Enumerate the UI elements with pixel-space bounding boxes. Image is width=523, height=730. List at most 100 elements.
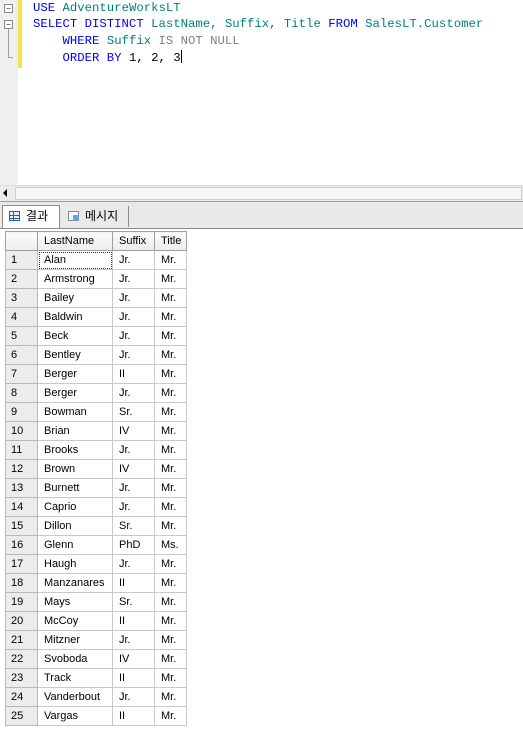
cell-suffix[interactable]: II <box>112 611 155 631</box>
cell-suffix[interactable]: Sr. <box>112 402 155 422</box>
row-number[interactable]: 7 <box>5 364 38 384</box>
table-row[interactable]: 23 Track II Mr. <box>5 668 187 688</box>
cell-lastname[interactable]: Dillon <box>37 516 113 536</box>
table-row[interactable]: 18 Manzanares II Mr. <box>5 573 187 593</box>
cell-suffix[interactable]: Jr. <box>112 630 155 650</box>
cell-suffix[interactable]: Jr. <box>112 345 155 365</box>
cell-title[interactable]: Mr. <box>154 440 187 460</box>
row-number[interactable]: 17 <box>5 554 38 574</box>
cell-suffix[interactable]: IV <box>112 459 155 479</box>
scrollbar-thumb[interactable] <box>15 187 522 200</box>
table-row[interactable]: 6 Bentley Jr. Mr. <box>5 345 187 365</box>
cell-suffix[interactable]: Jr. <box>112 554 155 574</box>
row-number[interactable]: 6 <box>5 345 38 365</box>
corner-header[interactable] <box>5 231 38 251</box>
cell-lastname[interactable]: Burnett <box>37 478 113 498</box>
cell-suffix[interactable]: Jr. <box>112 478 155 498</box>
row-number[interactable]: 14 <box>5 497 38 517</box>
table-row[interactable]: 16 Glenn PhD Ms. <box>5 535 187 555</box>
cell-title[interactable]: Mr. <box>154 307 187 327</box>
cell-lastname[interactable]: Berger <box>37 383 113 403</box>
cell-lastname[interactable]: Bowman <box>37 402 113 422</box>
cell-lastname[interactable]: Track <box>37 668 113 688</box>
cell-suffix[interactable]: II <box>112 364 155 384</box>
tab-messages[interactable]: 메시지 <box>62 206 129 227</box>
cell-suffix[interactable]: IV <box>112 649 155 669</box>
cell-lastname[interactable]: Mays <box>37 592 113 612</box>
cell-suffix[interactable]: II <box>112 706 155 726</box>
collapse-icon[interactable]: − <box>4 20 13 29</box>
cell-title[interactable]: Mr. <box>154 326 187 346</box>
cell-lastname[interactable]: Svoboda <box>37 649 113 669</box>
cell-lastname[interactable]: Berger <box>37 364 113 384</box>
cell-suffix[interactable]: Jr. <box>112 440 155 460</box>
cell-suffix[interactable]: Jr. <box>112 687 155 707</box>
cell-lastname[interactable]: Bentley <box>37 345 113 365</box>
cell-lastname[interactable]: McCoy <box>37 611 113 631</box>
row-number[interactable]: 13 <box>5 478 38 498</box>
cell-title[interactable]: Mr. <box>154 706 187 726</box>
cell-lastname[interactable]: Brooks <box>37 440 113 460</box>
cell-lastname[interactable]: Manzanares <box>37 573 113 593</box>
row-number[interactable]: 5 <box>5 326 38 346</box>
cell-title[interactable]: Mr. <box>154 497 187 517</box>
row-number[interactable]: 10 <box>5 421 38 441</box>
cell-title[interactable]: Mr. <box>154 402 187 422</box>
row-number[interactable]: 3 <box>5 288 38 308</box>
cell-suffix[interactable]: II <box>112 668 155 688</box>
cell-title[interactable]: Mr. <box>154 459 187 479</box>
sql-editor[interactable]: − − USE AdventureWorksLT SELECT DISTINCT… <box>0 0 523 185</box>
cell-suffix[interactable]: Jr. <box>112 269 155 289</box>
cell-suffix[interactable]: Jr. <box>112 288 155 308</box>
table-row[interactable]: 5 Beck Jr. Mr. <box>5 326 187 346</box>
cell-suffix[interactable]: Jr. <box>112 250 155 270</box>
cell-lastname[interactable]: Bailey <box>37 288 113 308</box>
cell-title[interactable]: Mr. <box>154 630 187 650</box>
cell-suffix[interactable]: PhD <box>112 535 155 555</box>
cell-title[interactable]: Mr. <box>154 592 187 612</box>
cell-suffix[interactable]: Jr. <box>112 383 155 403</box>
cell-title[interactable]: Mr. <box>154 573 187 593</box>
cell-lastname[interactable]: Vargas <box>37 706 113 726</box>
cell-lastname[interactable]: Armstrong <box>37 269 113 289</box>
table-row[interactable]: 10 Brian IV Mr. <box>5 421 187 441</box>
row-number[interactable]: 16 <box>5 535 38 555</box>
table-row[interactable]: 15 Dillon Sr. Mr. <box>5 516 187 536</box>
cell-lastname[interactable]: Beck <box>37 326 113 346</box>
row-number[interactable]: 8 <box>5 383 38 403</box>
cell-lastname[interactable]: Brian <box>37 421 113 441</box>
cell-title[interactable]: Mr. <box>154 611 187 631</box>
row-number[interactable]: 25 <box>5 706 38 726</box>
cell-title[interactable]: Mr. <box>154 421 187 441</box>
row-number[interactable]: 9 <box>5 402 38 422</box>
row-number[interactable]: 11 <box>5 440 38 460</box>
row-number[interactable]: 23 <box>5 668 38 688</box>
table-row[interactable]: 19 Mays Sr. Mr. <box>5 592 187 612</box>
cell-lastname[interactable]: Mitzner <box>37 630 113 650</box>
cell-lastname[interactable]: Brown <box>37 459 113 479</box>
cell-suffix[interactable]: Sr. <box>112 516 155 536</box>
cell-title[interactable]: Mr. <box>154 364 187 384</box>
row-number[interactable]: 15 <box>5 516 38 536</box>
cell-lastname[interactable]: Vanderbout <box>37 687 113 707</box>
table-row[interactable]: 17 Haugh Jr. Mr. <box>5 554 187 574</box>
column-header-title[interactable]: Title <box>154 231 187 251</box>
row-number[interactable]: 21 <box>5 630 38 650</box>
results-grid[interactable]: LastName Suffix Title 1 Alan Jr. Mr. 2 Armstr… <box>5 231 187 726</box>
cell-suffix[interactable]: Jr. <box>112 497 155 517</box>
tab-results[interactable]: 결과 <box>2 205 60 228</box>
cell-title[interactable]: Mr. <box>154 649 187 669</box>
cell-title[interactable]: Mr. <box>154 516 187 536</box>
table-row[interactable]: 11 Brooks Jr. Mr. <box>5 440 187 460</box>
table-row[interactable]: 8 Berger Jr. Mr. <box>5 383 187 403</box>
table-row[interactable]: 3 Bailey Jr. Mr. <box>5 288 187 308</box>
row-number[interactable]: 1 <box>5 250 38 270</box>
cell-suffix[interactable]: Jr. <box>112 326 155 346</box>
table-row[interactable]: 12 Brown IV Mr. <box>5 459 187 479</box>
table-row[interactable]: 2 Armstrong Jr. Mr. <box>5 269 187 289</box>
column-header-suffix[interactable]: Suffix <box>112 231 155 251</box>
row-number[interactable]: 24 <box>5 687 38 707</box>
cell-title[interactable]: Mr. <box>154 345 187 365</box>
scroll-left-icon[interactable] <box>3 189 7 197</box>
row-number[interactable]: 22 <box>5 649 38 669</box>
